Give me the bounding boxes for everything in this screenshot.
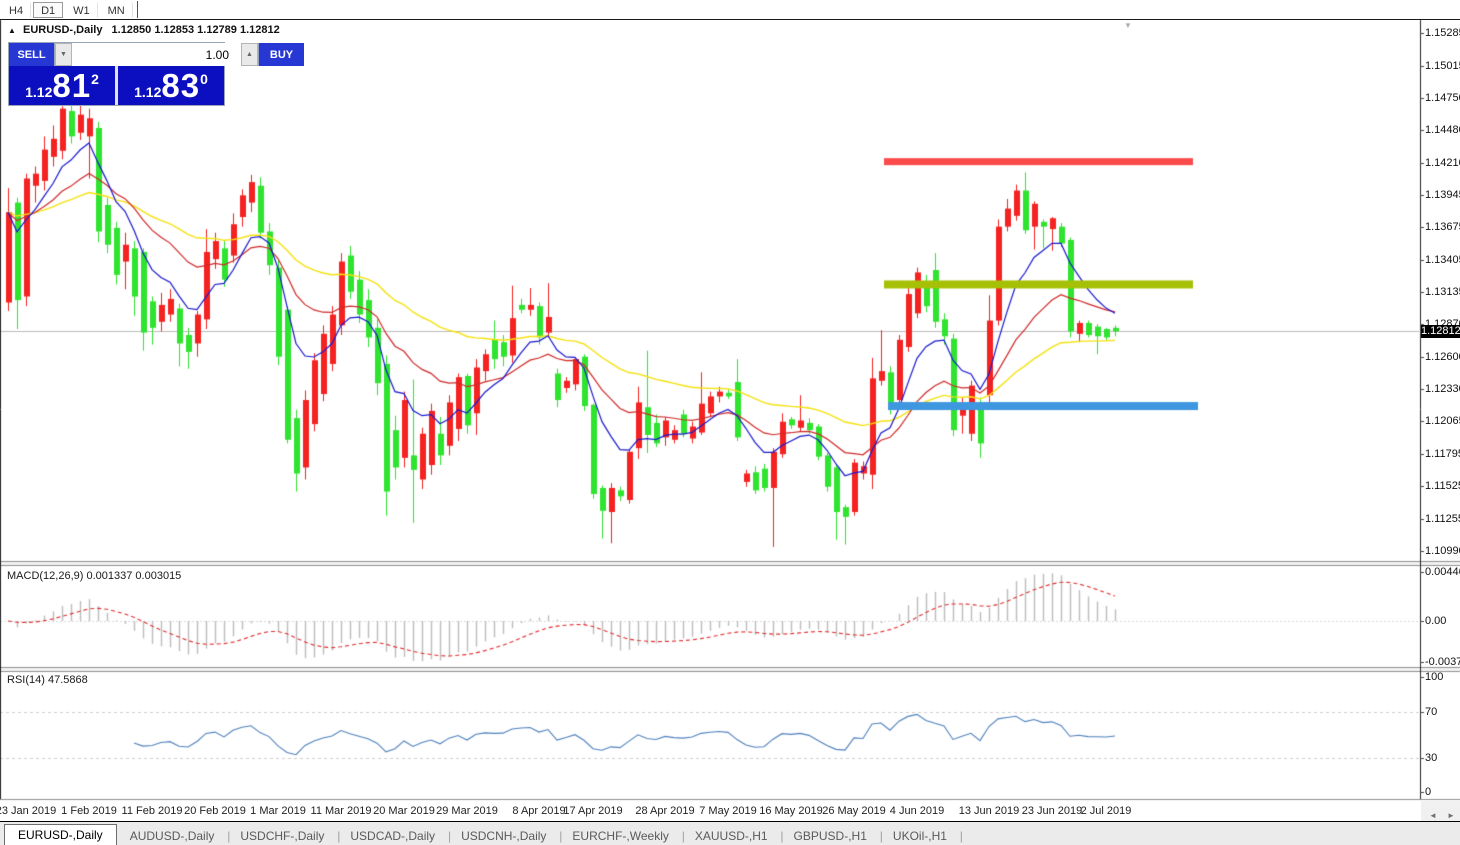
timeframe-d1-button[interactable]: D1: [33, 2, 63, 18]
timeframe-w1-button[interactable]: W1: [65, 2, 98, 18]
current-price-tag: 1.12812: [1421, 325, 1460, 338]
macd-axis-label: -0.003715: [1425, 656, 1460, 668]
tab-usdcnh-daily[interactable]: USDCNH-,Daily: [448, 827, 559, 845]
tab-eurchf-weekly[interactable]: EURCHF-,Weekly: [559, 827, 681, 845]
tab-usdchf-daily[interactable]: USDCHF-,Daily: [227, 827, 337, 845]
price-axis-label: 1.15285: [1425, 27, 1460, 39]
date-axis-label: 8 Apr 2019: [512, 805, 565, 817]
price-axis-label: 1.11255: [1425, 513, 1460, 525]
date-axis-label: 4 Jun 2019: [890, 805, 944, 817]
price-axis-label: 1.13675: [1425, 221, 1460, 233]
buy-price-pip-digit: 0: [200, 71, 208, 87]
sell-price-panel[interactable]: 1.12 81 2: [9, 66, 115, 105]
date-axis-label: 16 May 2019: [759, 805, 823, 817]
price-axis-label: 1.10990: [1425, 545, 1460, 557]
price-axis-label: 1.11795: [1425, 448, 1460, 460]
volume-input[interactable]: [72, 43, 241, 66]
sell-button[interactable]: SELL: [9, 43, 54, 66]
price-axis-label: 1.14210: [1425, 157, 1460, 169]
macd-axis-label: 0.004465: [1425, 566, 1460, 578]
mt4-window: H4 D1 W1 MN ▼ ▲ EURUSD-,Daily 1.12850 1.…: [0, 0, 1460, 845]
price-axis-label: 1.13135: [1425, 286, 1460, 298]
price-axis-label: 1.12600: [1425, 351, 1460, 363]
chart-ohlc-quotes: 1.12850 1.12853 1.12789 1.12812: [112, 24, 280, 36]
date-axis-label: 1 Mar 2019: [250, 805, 306, 817]
date-axis-label: 2 Jul 2019: [1081, 805, 1132, 817]
buy-button[interactable]: BUY: [259, 43, 304, 66]
rsi-name: RSI(14): [7, 674, 45, 686]
rsi-axis-label: 70: [1425, 706, 1437, 718]
volume-increase-button[interactable]: ▲: [241, 43, 258, 66]
price-axis-label: 1.12065: [1425, 415, 1460, 427]
tab-xauusd-h1[interactable]: XAUUSD-,H1: [682, 827, 781, 845]
rsi-axis-label: 0: [1425, 786, 1431, 798]
macd-indicator-label: MACD(12,26,9) 0.001337 0.003015: [7, 570, 181, 582]
price-axis-label: 1.14480: [1425, 124, 1460, 136]
sell-price-prefix: 1.12: [25, 84, 52, 100]
chart-tabbar: EURUSD-,Daily AUDUSD-,Daily USDCHF-,Dail…: [0, 821, 1460, 845]
timeframe-toolbar: H4 D1 W1 MN: [0, 0, 1460, 20]
macd-name: MACD(12,26,9): [7, 570, 83, 582]
date-axis-label: 20 Mar 2019: [373, 805, 435, 817]
chart-title-marker-icon: ▲: [8, 26, 16, 35]
date-axis-label: 11 Feb 2019: [122, 805, 183, 817]
date-axis-label: 1 Feb 2019: [61, 805, 117, 817]
buy-price-panel[interactable]: 1.12 83 0: [118, 66, 224, 105]
date-axis-label: 17 Apr 2019: [563, 805, 622, 817]
tab-eurusd-daily[interactable]: EURUSD-,Daily: [4, 824, 117, 845]
date-axis-label: 20 Feb 2019: [184, 805, 246, 817]
volume-stepper: ▼ ▲: [54, 43, 259, 66]
sell-price-big-digits: 81: [52, 69, 91, 103]
chart-title: ▲ EURUSD-,Daily 1.12850 1.12853 1.12789 …: [8, 24, 280, 36]
panel-collapse-icon[interactable]: ▼: [1124, 21, 1132, 30]
chart-symbol-label: EURUSD-,Daily: [23, 24, 102, 36]
rsi-value: 47.5868: [48, 674, 88, 686]
rsi-indicator-label: RSI(14) 47.5868: [7, 674, 88, 686]
price-axis-label: 1.12330: [1425, 383, 1460, 395]
tab-gbpusd-h1[interactable]: GBPUSD-,H1: [781, 827, 880, 845]
price-axis-label: 1.13405: [1425, 254, 1460, 266]
volume-decrease-button[interactable]: ▼: [55, 43, 72, 66]
date-axis-label: 26 May 2019: [822, 805, 886, 817]
date-axis-label: 13 Jun 2019: [959, 805, 1020, 817]
toolbar-divider: [137, 1, 138, 18]
one-click-trading-widget: SELL ▼ ▲ BUY 1.12 81 2 1.12 83 0: [8, 42, 225, 106]
tab-ukoil-h1[interactable]: UKOil-,H1: [880, 827, 960, 845]
date-axis-label: 23 Jan 2019: [0, 805, 56, 817]
macd-values: 0.001337 0.003015: [86, 570, 181, 582]
tab-usdcad-daily[interactable]: USDCAD-,Daily: [337, 827, 448, 845]
tab-audusd-daily[interactable]: AUDUSD-,Daily: [117, 827, 228, 845]
buy-price-big-digits: 83: [161, 69, 200, 103]
rsi-axis-label: 100: [1425, 671, 1443, 683]
timeframe-mn-button[interactable]: MN: [100, 2, 133, 18]
date-axis-label: 29 Mar 2019: [436, 805, 498, 817]
date-axis-label: 23 Jun 2019: [1022, 805, 1083, 817]
price-axis-label: 1.14750: [1425, 92, 1460, 104]
date-axis-label: 7 May 2019: [699, 805, 756, 817]
rsi-axis-label: 30: [1425, 752, 1437, 764]
date-axis-label: 28 Apr 2019: [635, 805, 694, 817]
buy-price-prefix: 1.12: [134, 84, 161, 100]
price-axis-label: 1.11525: [1425, 480, 1460, 492]
price-chart-canvas[interactable]: [0, 0, 1460, 845]
macd-axis-label: 0.00: [1425, 615, 1446, 627]
sell-price-pip-digit: 2: [91, 71, 99, 87]
timeframe-h4-button[interactable]: H4: [1, 2, 31, 18]
date-axis-label: 11 Mar 2019: [311, 805, 372, 817]
price-axis-label: 1.13945: [1425, 189, 1460, 201]
price-axis-label: 1.15015: [1425, 60, 1460, 72]
